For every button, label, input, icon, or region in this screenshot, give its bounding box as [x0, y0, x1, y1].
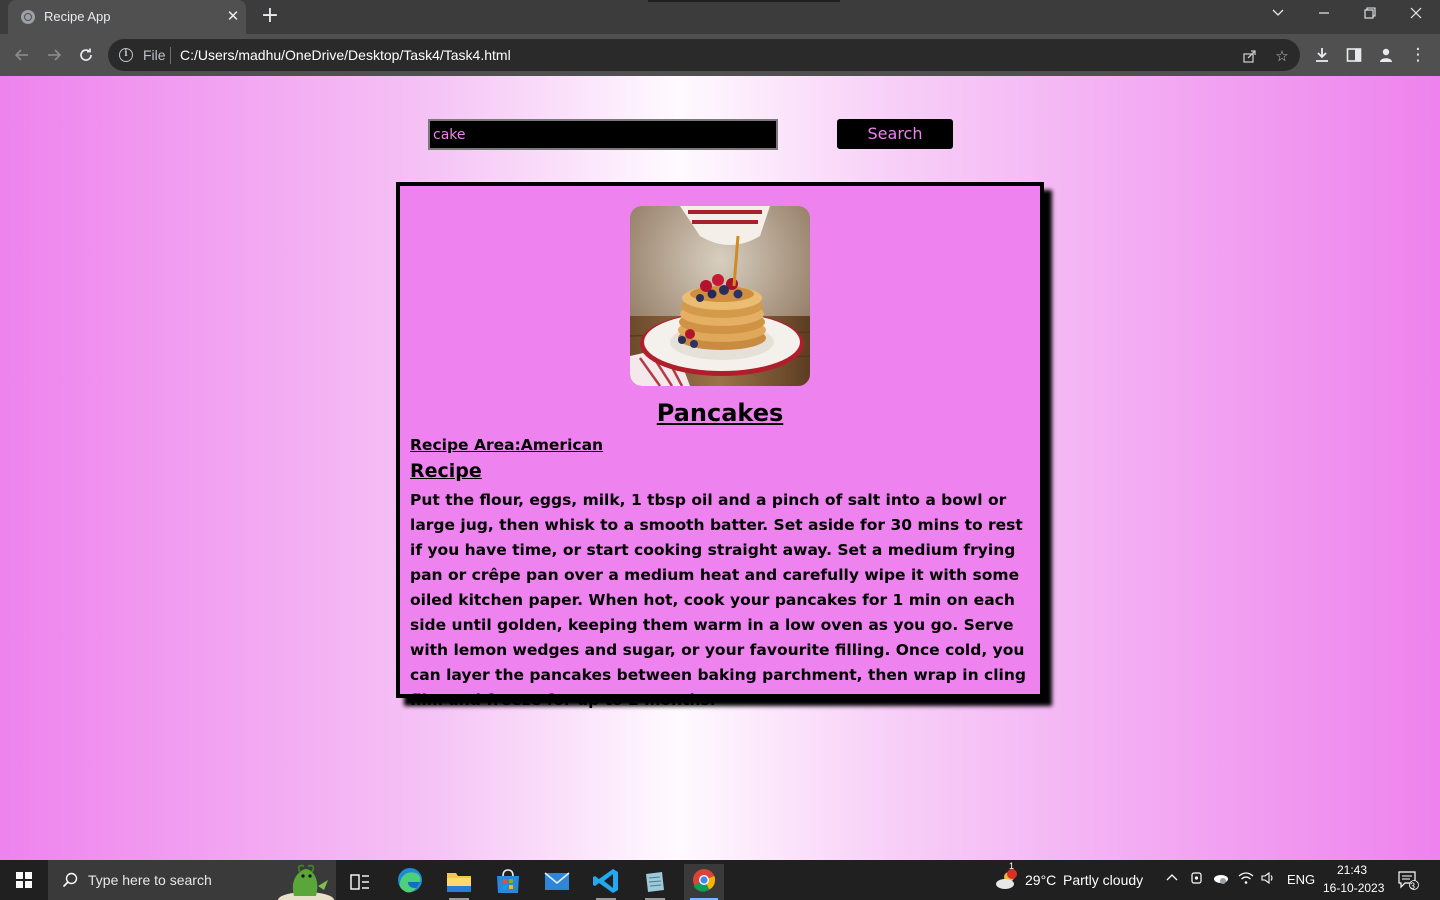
forward-arrow-icon[interactable]	[40, 41, 68, 69]
clock-date[interactable]: 16-10-2023	[1323, 881, 1384, 895]
browser-tab[interactable]: Recipe App ✕	[8, 0, 246, 34]
chrome-icon[interactable]	[684, 864, 724, 900]
wifi-icon[interactable]	[1236, 871, 1256, 890]
url-text[interactable]: C:/Users/madhu/OneDrive/Desktop/Task4/Ta…	[180, 47, 511, 63]
page-viewport: Search	[0, 76, 1440, 860]
search-button[interactable]: Search	[837, 119, 953, 149]
recipe-area: Recipe Area:American	[410, 436, 604, 454]
start-button[interactable]	[0, 860, 48, 900]
close-window-button[interactable]	[1393, 0, 1439, 30]
search-placeholder: Type here to search	[88, 872, 212, 888]
file-explorer-icon[interactable]	[439, 864, 479, 900]
microsoft-store-icon[interactable]	[488, 864, 528, 900]
dragon-illustration-icon	[276, 862, 334, 900]
weather-temp[interactable]: 29°C	[1025, 872, 1056, 888]
notification-count: 3	[1410, 881, 1416, 891]
mail-icon[interactable]	[537, 864, 577, 900]
notification-icon[interactable]	[1396, 870, 1420, 895]
chevron-up-icon[interactable]	[1162, 871, 1182, 889]
address-bar[interactable]: i File C:/Users/madhu/OneDrive/Desktop/T…	[108, 39, 1300, 71]
side-panel-icon[interactable]	[1340, 41, 1368, 69]
speaker-icon[interactable]	[1258, 871, 1278, 890]
file-label: File	[143, 47, 166, 63]
minimize-button[interactable]	[1301, 0, 1347, 30]
browser-titlebar: Recipe App ✕ +	[0, 0, 1440, 34]
task-view-icon[interactable]	[340, 864, 380, 900]
onedrive-icon[interactable]	[1211, 871, 1231, 890]
restore-button[interactable]	[1347, 0, 1393, 30]
tab-close-button[interactable]: ✕	[224, 7, 242, 25]
download-icon[interactable]	[1308, 41, 1336, 69]
notepad-icon[interactable]	[635, 864, 675, 900]
tab-search-icon[interactable]	[1255, 0, 1301, 30]
pancake-image	[630, 206, 810, 386]
edge-browser-icon[interactable]	[390, 864, 430, 900]
new-tab-button[interactable]: +	[258, 5, 282, 28]
back-arrow-icon[interactable]	[8, 41, 36, 69]
language-indicator[interactable]: ENG	[1287, 872, 1315, 887]
weather-icon[interactable]	[993, 869, 1019, 896]
omnibox-divider	[170, 47, 171, 64]
window-top-edge	[648, 0, 840, 2]
meet-now-icon[interactable]	[1187, 871, 1207, 890]
search-input[interactable]	[428, 119, 778, 150]
profile-icon[interactable]	[1372, 41, 1400, 69]
windows-taskbar: Type here to search 1 29°C Partly cloudy…	[0, 860, 1440, 900]
search-icon	[60, 870, 80, 890]
globe-icon	[21, 10, 35, 24]
menu-kebab-icon[interactable]: ⋮	[1404, 41, 1432, 69]
share-icon[interactable]	[1240, 46, 1260, 66]
taskbar-search-box[interactable]: Type here to search	[48, 860, 336, 900]
info-icon[interactable]: i	[119, 48, 133, 62]
reload-icon[interactable]	[72, 41, 100, 69]
recipe-title: Pancakes	[656, 399, 784, 427]
recipe-card: Pancakes Recipe Area:American Recipe Put…	[396, 182, 1044, 709]
tab-title: Recipe App	[44, 9, 111, 24]
browser-toolbar: i File C:/Users/madhu/OneDrive/Desktop/T…	[0, 34, 1440, 76]
clock-time[interactable]: 21:43	[1337, 863, 1367, 877]
recipe-heading: Recipe	[410, 460, 482, 482]
windows-logo-icon	[16, 872, 32, 888]
vscode-icon[interactable]	[586, 864, 626, 900]
weather-desc[interactable]: Partly cloudy	[1063, 872, 1143, 888]
weather-badge: 1	[1009, 861, 1015, 871]
bookmark-star-icon[interactable]: ☆	[1272, 46, 1292, 66]
recipe-instructions: Put the flour, eggs, milk, 1 tbsp oil an…	[410, 491, 1026, 709]
